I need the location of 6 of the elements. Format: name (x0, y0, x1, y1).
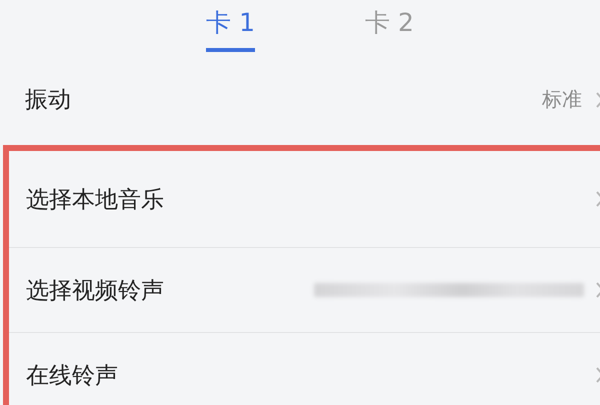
setting-label[interactable]: 选择视频铃声 (26, 274, 314, 306)
setting-label[interactable]: 选择本地音乐 (26, 184, 596, 214)
setting-value: 标准 (542, 86, 582, 113)
sim-tab[interactable]: 卡 1 (206, 6, 255, 52)
setting-label[interactable]: 在线铃声 (26, 360, 596, 390)
setting-label: 振动 (25, 86, 72, 115)
